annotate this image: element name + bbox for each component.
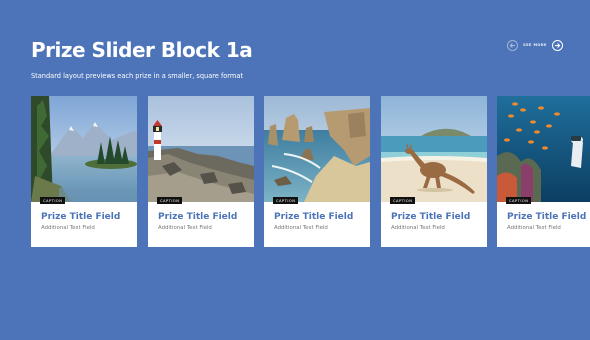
slider-nav: SEE MORE [507,39,563,51]
page-title: Prize Slider Block 1a [31,38,253,62]
arrow-right-icon [554,42,561,48]
prize-card[interactable]: CAPTION Prize Title Field Additional Tex… [381,96,487,247]
prize-title[interactable]: Prize Title Field [507,212,586,222]
prize-title[interactable]: Prize Title Field [391,212,470,222]
next-button[interactable] [552,39,563,51]
prize-image-kangaroo [381,96,487,202]
prize-additional-text: Additional Text Field [158,225,212,231]
prize-title[interactable]: Prize Title Field [158,212,237,222]
prize-card[interactable]: CAPTION Prize Title Field Additional Tex… [31,96,137,247]
caption-badge: CAPTION [273,197,299,204]
prize-title[interactable]: Prize Title Field [274,212,353,222]
see-more-link[interactable]: SEE MORE [523,43,547,47]
prize-card[interactable]: CAPTION Prize Title Field Additional Tex… [497,96,590,247]
caption-badge: CAPTION [506,197,532,204]
prev-button[interactable] [507,39,518,51]
prize-additional-text: Additional Text Field [391,225,445,231]
prize-image-lake [31,96,137,202]
prize-additional-text: Additional Text Field [507,225,561,231]
prize-additional-text: Additional Text Field [41,225,95,231]
prize-image-sea-stacks [264,96,370,202]
prize-title[interactable]: Prize Title Field [41,212,120,222]
prize-slider-track[interactable]: CAPTION Prize Title Field Additional Tex… [31,96,590,248]
caption-badge: CAPTION [40,197,66,204]
prize-additional-text: Additional Text Field [274,225,328,231]
prize-image-coral-reef [497,96,590,202]
page-subtitle: Standard layout previews each prize in a… [31,72,243,80]
caption-badge: CAPTION [390,197,416,204]
arrow-left-icon [509,42,516,48]
prize-image-lighthouse [148,96,254,202]
caption-badge: CAPTION [157,197,183,204]
prize-card[interactable]: CAPTION Prize Title Field Additional Tex… [264,96,370,247]
prize-card[interactable]: CAPTION Prize Title Field Additional Tex… [148,96,254,247]
